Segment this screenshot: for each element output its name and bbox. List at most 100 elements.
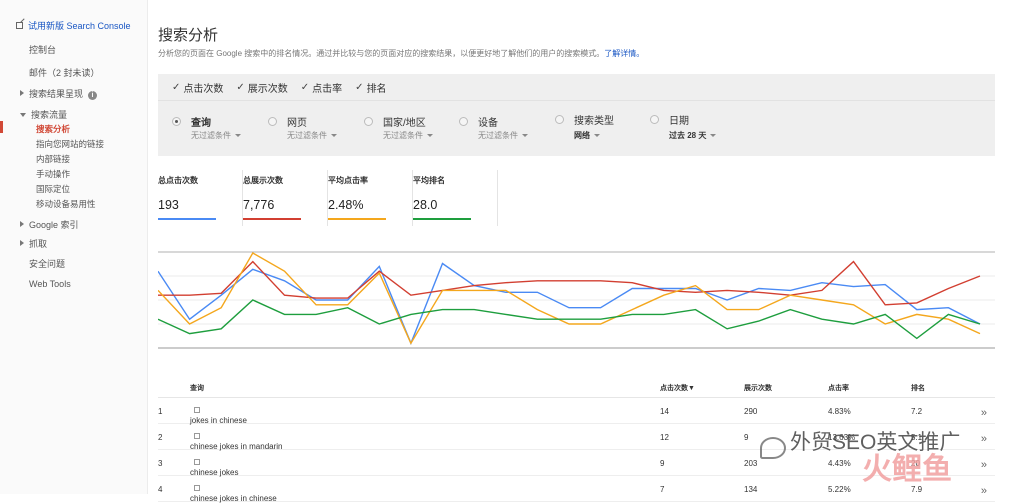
metric-color-line — [158, 218, 216, 220]
active-indicator — [0, 121, 3, 133]
metric-value: 2.48% — [328, 198, 364, 212]
radio-button[interactable] — [555, 115, 564, 124]
radio-button[interactable] — [650, 115, 659, 124]
table-header: 查询 点击次数▼ 展示次数 点击率 排名 — [158, 376, 995, 398]
dimension-filter[interactable]: 网络 — [574, 130, 600, 141]
metric-value: 193 — [158, 198, 179, 212]
sidebar-sub-links[interactable]: 指向您网站的链接 — [36, 138, 104, 150]
radio-button[interactable] — [364, 117, 373, 126]
dimension-label: 日期 — [669, 116, 689, 127]
sidebar-item-dashboard[interactable]: 控制台 — [29, 43, 56, 56]
sidebar-item-search-appearance[interactable]: 搜索结果呈现 i — [20, 87, 98, 100]
metric-label: 平均点击率 — [328, 176, 368, 185]
sidebar-item-web-tools[interactable]: Web Tools — [29, 279, 71, 289]
watermark-brand: 火鲤鱼 — [862, 453, 952, 486]
checkbox-label: 排名 — [366, 83, 387, 95]
filter-label: 无过滤条件 — [478, 131, 518, 140]
dimension-label: 网页 — [287, 118, 307, 129]
radio-button[interactable] — [459, 117, 468, 126]
sidebar-sub-internal-links[interactable]: 内部链接 — [36, 153, 70, 165]
clicks-cell: 14 — [660, 407, 669, 416]
info-icon[interactable]: i — [88, 91, 98, 100]
expand-row-icon[interactable]: » — [981, 485, 987, 497]
external-link-icon[interactable] — [194, 485, 200, 491]
dropdown-caret-icon — [594, 134, 600, 137]
filter-label: 无过滤条件 — [287, 131, 327, 140]
sidebar: 试用新版 Search Console 控制台 邮件（2 封未读） 搜索结果呈现… — [0, 0, 148, 494]
checkmark-icon: ✓ — [355, 81, 364, 93]
external-link-icon[interactable] — [194, 459, 200, 465]
metric-value: 28.0 — [413, 198, 438, 212]
clicks-cell: 7 — [660, 485, 665, 494]
sidebar-item-crawl[interactable]: 抓取 — [20, 237, 47, 250]
sidebar-item-label: 搜索结果呈现 — [29, 89, 84, 99]
radio-button[interactable] — [172, 117, 181, 126]
impressions-cell: 203 — [744, 459, 758, 468]
filter-label: 无过滤条件 — [383, 131, 423, 140]
series-line-3 — [158, 299, 981, 340]
impressions-cell: 134 — [744, 485, 758, 494]
expand-row-icon[interactable]: » — [981, 459, 987, 471]
table-row[interactable]: 1 jokes in chinese 14 290 4.83% 7.2 » — [158, 398, 995, 425]
query-cell[interactable]: chinese jokes — [190, 459, 238, 477]
header-clicks[interactable]: 点击次数▼ — [660, 383, 695, 393]
series-line-0 — [158, 262, 981, 346]
checkbox-label: 展示次数 — [247, 83, 288, 95]
checkbox-ctr[interactable]: ✓ 点击率 — [301, 80, 342, 95]
learn-more-link[interactable]: 了解详情。 — [604, 49, 644, 58]
dimension-label: 设备 — [478, 118, 498, 129]
description-text: 分析您的页面在 Google 搜索中的排名情况。通过并比较与您的页面对应的搜索结… — [158, 49, 605, 58]
new-console-link[interactable]: 试用新版 Search Console — [16, 19, 131, 32]
sidebar-sub-search-analytics[interactable]: 搜索分析 — [36, 123, 70, 135]
checkbox-impressions[interactable]: ✓ 展示次数 — [236, 80, 287, 95]
sidebar-item-messages[interactable]: 邮件（2 封未读） — [29, 66, 100, 79]
new-console-label: 试用新版 Search Console — [28, 21, 131, 31]
dimension-filter[interactable]: 无过滤条件 — [383, 130, 433, 141]
sidebar-sub-manual-actions[interactable]: 手动操作 — [36, 168, 70, 180]
header-queries[interactable]: 查询 — [190, 383, 204, 393]
impressions-cell: 9 — [744, 433, 749, 442]
filter-label: 网络 — [574, 131, 590, 140]
header-ctr[interactable]: 点击率 — [828, 383, 849, 393]
metric-label: 平均排名 — [413, 176, 445, 185]
external-link-icon[interactable] — [194, 407, 200, 413]
query-cell[interactable]: jokes in chinese — [190, 407, 247, 425]
dropdown-caret-icon — [235, 134, 241, 137]
impressions-cell: 290 — [744, 407, 758, 416]
metric-total-impressions: 总展示次数 7,776 — [243, 170, 328, 226]
dimension-filter[interactable]: 过去 28 天 — [669, 130, 717, 141]
radio-button[interactable] — [268, 117, 277, 126]
checkbox-position[interactable]: ✓ 排名 — [355, 80, 386, 95]
expand-row-icon[interactable]: » — [981, 407, 987, 419]
metric-color-line — [413, 218, 471, 220]
dimension-filter[interactable]: 无过滤条件 — [478, 130, 528, 141]
header-impressions[interactable]: 展示次数 — [744, 383, 772, 393]
filter-label: 过去 28 天 — [669, 131, 707, 140]
header-position[interactable]: 排名 — [911, 383, 925, 393]
sidebar-item-search-traffic[interactable]: 搜索流量 — [20, 108, 67, 121]
sidebar-item-security[interactable]: 安全问题 — [29, 257, 65, 270]
metric-label: 总展示次数 — [243, 176, 283, 185]
checkmark-icon: ✓ — [300, 81, 310, 93]
sidebar-item-google-index[interactable]: Google 索引 — [20, 218, 79, 231]
row-number: 3 — [158, 459, 163, 468]
expand-row-icon[interactable]: » — [981, 433, 987, 445]
query-cell[interactable]: chinese jokes in mandarin — [190, 433, 283, 451]
dimension-filter[interactable]: 无过滤条件 — [191, 130, 241, 141]
metric-average-ctr: 平均点击率 2.48% — [328, 170, 413, 226]
row-number: 1 — [158, 407, 163, 416]
sidebar-sub-intl-targeting[interactable]: 国际定位 — [36, 183, 70, 195]
sidebar-sub-mobile-usability[interactable]: 移动设备易用性 — [36, 198, 96, 210]
metric-value: 7,776 — [243, 198, 275, 212]
expand-arrow-icon — [20, 240, 24, 246]
checkmark-icon: ✓ — [236, 81, 245, 93]
external-link-icon[interactable] — [194, 433, 200, 439]
position-cell: 7.2 — [911, 407, 923, 416]
sidebar-item-label: 抓取 — [29, 239, 48, 249]
filter-label: 无过滤条件 — [191, 131, 231, 140]
metric-checkbox-row: ✓ 点击次数 ✓ 展示次数 ✓ 点击率 ✓ 排名 — [158, 74, 995, 101]
page-description: 分析您的页面在 Google 搜索中的排名情况。通过并比较与您的页面对应的搜索结… — [158, 48, 644, 59]
ctr-cell: 5.22% — [828, 485, 851, 494]
dimension-filter[interactable]: 无过滤条件 — [287, 130, 337, 141]
checkbox-clicks[interactable]: ✓ 点击次数 — [172, 80, 223, 95]
